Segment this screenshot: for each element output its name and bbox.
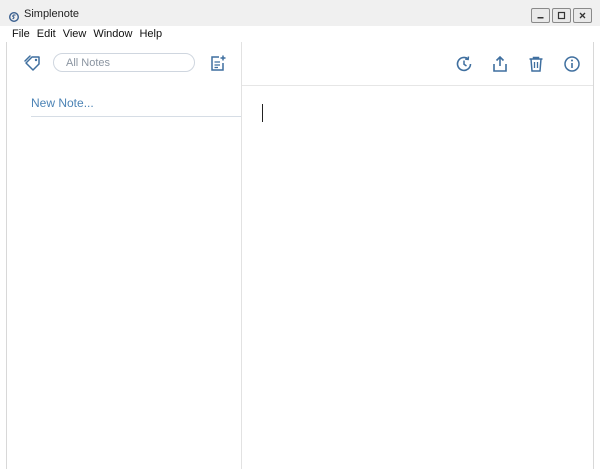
minimize-button[interactable] xyxy=(531,8,550,23)
menu-view[interactable]: View xyxy=(63,26,87,42)
trash-icon xyxy=(529,56,543,72)
menu-window[interactable]: Window xyxy=(93,26,132,42)
search-input[interactable] xyxy=(53,53,195,72)
menu-bar: File Edit View Window Help xyxy=(0,26,600,42)
maximize-button[interactable] xyxy=(552,8,571,23)
history-icon xyxy=(456,56,472,72)
editor-toolbar xyxy=(242,42,593,86)
menu-help[interactable]: Help xyxy=(139,26,162,42)
list-item[interactable]: New Note... xyxy=(31,94,241,117)
history-button[interactable] xyxy=(454,54,474,74)
note-title: New Note... xyxy=(31,96,94,110)
share-icon xyxy=(493,55,507,72)
close-button[interactable] xyxy=(573,8,592,23)
window-title: Simplenote xyxy=(24,8,80,20)
tags-button[interactable] xyxy=(23,53,43,73)
note-editor[interactable] xyxy=(242,42,593,469)
share-button[interactable] xyxy=(490,54,510,74)
menu-edit[interactable]: Edit xyxy=(37,26,56,42)
new-note-icon xyxy=(211,55,226,71)
notes-sidebar: New Note... xyxy=(7,42,242,469)
tag-icon xyxy=(24,55,40,71)
menu-file[interactable]: File xyxy=(12,26,30,42)
app-window: New Note... xyxy=(6,42,594,469)
title-bar: Simplenote xyxy=(0,0,600,26)
simplenote-logo-icon xyxy=(8,9,20,23)
info-icon xyxy=(564,56,580,72)
window-controls xyxy=(531,8,592,23)
maximize-icon xyxy=(557,11,566,20)
info-button[interactable] xyxy=(562,54,582,74)
trash-button[interactable] xyxy=(526,54,546,74)
new-note-button[interactable] xyxy=(208,53,228,73)
close-icon xyxy=(579,12,586,19)
sidebar-toolbar xyxy=(7,42,241,85)
minimize-icon xyxy=(537,17,544,19)
text-cursor xyxy=(262,104,263,122)
